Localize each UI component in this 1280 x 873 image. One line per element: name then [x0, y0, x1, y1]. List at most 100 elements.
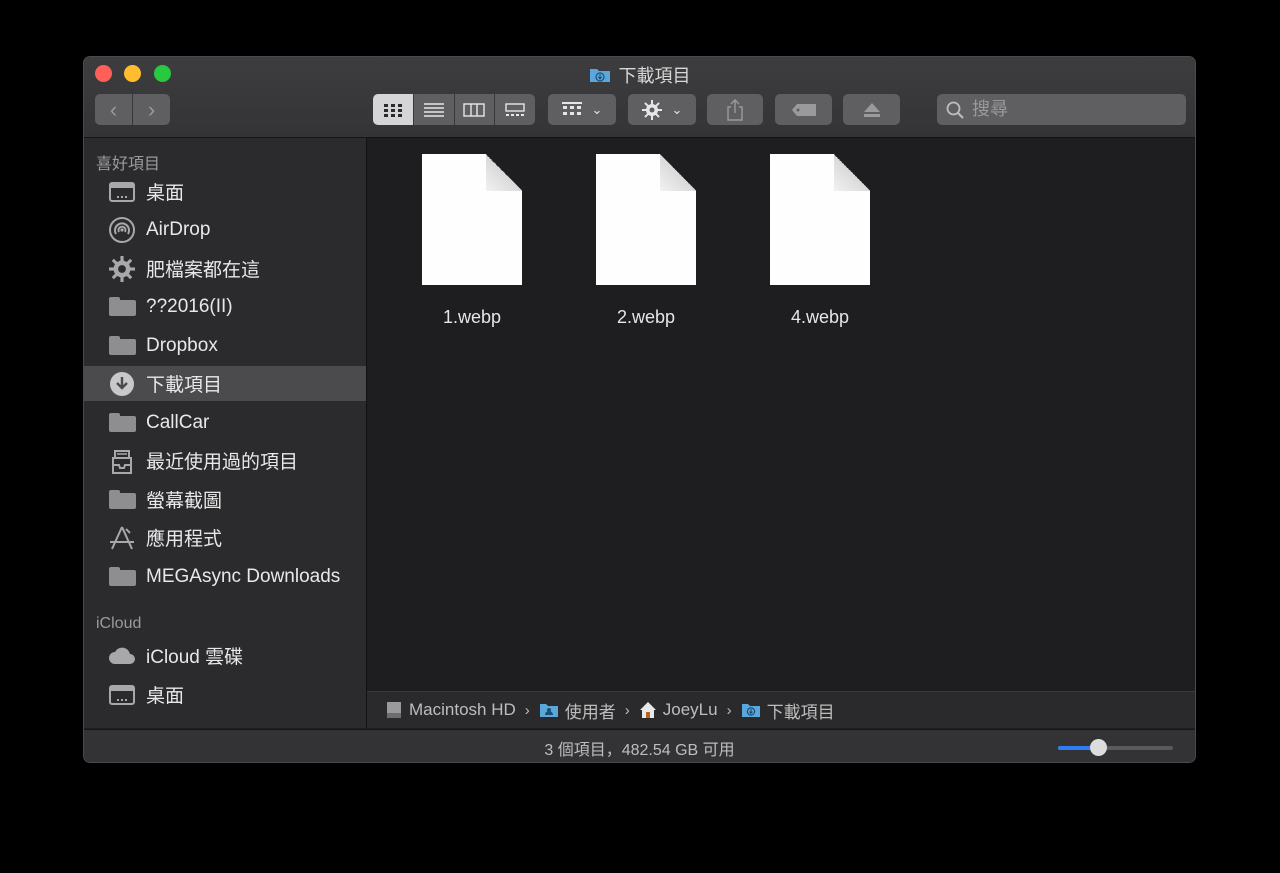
gallery-icon	[505, 102, 525, 116]
path-label: 使用者	[564, 702, 616, 722]
sidebar-item-label: 應用程式	[146, 529, 223, 550]
sidebar-item-label: MEGAsync Downloads	[146, 565, 341, 587]
sidebar-item-megasync[interactable]: MEGAsync Downloads	[84, 559, 366, 594]
list-icon	[423, 102, 444, 117]
forward-button[interactable]: ›	[133, 94, 170, 125]
sidebar-item-dropbox[interactable]: Dropbox	[84, 328, 366, 363]
sidebar-item-recents[interactable]: 最近使用過的項目	[84, 443, 366, 478]
path-bar: Macintosh HD › 使用者 › JoeyLu › 下載項目	[367, 691, 1195, 728]
back-button[interactable]: ‹	[95, 94, 132, 125]
status-text: 3 個項目，482.54 GB 可用	[544, 741, 735, 759]
file-name: 2.webp	[616, 307, 676, 327]
toolbar: 下載項目 ‹ › ⌄ ⌄	[84, 57, 1195, 138]
search-input[interactable]	[970, 98, 1174, 121]
users-folder-icon	[539, 704, 558, 717]
document-icon	[770, 154, 870, 285]
sidebar-item-callcar[interactable]: CallCar	[84, 405, 366, 440]
hard-drive-icon	[387, 702, 401, 718]
sidebar: 喜好項目 桌面 AirDrop 肥檔案都在這 ??2016(II) Dropbo…	[84, 138, 367, 728]
group-button[interactable]: ⌄	[548, 94, 616, 125]
sidebar-item-label: 螢幕截圖	[146, 491, 223, 512]
path-label: JoeyLu	[662, 700, 718, 719]
chevron-left-icon: ‹	[109, 96, 118, 122]
chevron-down-icon: ⌄	[591, 101, 603, 117]
file-area: 1.webp 2.webp 4.webp	[367, 138, 1195, 691]
home-icon	[639, 702, 656, 718]
nav-buttons: ‹ ›	[95, 94, 170, 125]
document-icon	[596, 154, 696, 285]
path-item-home[interactable]: JoeyLu	[639, 700, 718, 720]
sidebar-item-big-files[interactable]: 肥檔案都在這	[84, 251, 366, 286]
action-button[interactable]: ⌄	[628, 94, 696, 125]
sidebar-item-icloud-desktop[interactable]: 桌面	[84, 677, 366, 712]
status-bar: 3 個項目，482.54 GB 可用	[84, 729, 1195, 762]
sidebar-item-label: CallCar	[146, 411, 210, 433]
sidebar-item-label: Dropbox	[146, 334, 218, 356]
icon-view-button[interactable]	[373, 94, 413, 125]
column-view-button[interactable]	[454, 94, 495, 125]
folder-icon	[108, 411, 136, 435]
sidebar-item-label: AirDrop	[146, 218, 211, 240]
sidebar-item-label: 最近使用過的項目	[146, 452, 299, 473]
file-item[interactable]: 4.webp	[750, 154, 890, 328]
tag-button[interactable]	[775, 94, 832, 125]
view-mode-buttons	[373, 94, 535, 125]
sidebar-item-label: 桌面	[146, 686, 185, 707]
file-item[interactable]: 2.webp	[576, 154, 716, 328]
group-grid-icon	[561, 101, 582, 115]
chevron-right-icon: ›	[624, 701, 630, 719]
file-name: 1.webp	[442, 307, 502, 327]
sidebar-item-desktop[interactable]: 桌面	[84, 174, 366, 209]
search-icon	[946, 101, 964, 119]
folder-icon	[108, 565, 136, 589]
sidebar-item-label: iCloud 雲碟	[146, 647, 244, 668]
chevron-down-icon: ⌄	[671, 101, 683, 117]
icloud-header: iCloud	[96, 615, 142, 632]
downloads-folder-icon	[741, 704, 760, 717]
recents-icon	[108, 449, 136, 474]
cloud-icon	[108, 644, 136, 668]
sidebar-item-label: 桌面	[146, 183, 185, 204]
download-icon	[108, 371, 136, 396]
icon-size-slider[interactable]	[1058, 739, 1173, 756]
gear-icon	[108, 255, 136, 282]
sidebar-item-label: 肥檔案都在這	[146, 260, 261, 281]
applications-icon	[108, 526, 136, 550]
path-label: Macintosh HD	[409, 700, 516, 719]
file-item[interactable]: 1.webp	[402, 154, 542, 328]
finder-window: 下載項目 ‹ › ⌄ ⌄ 搜尋 喜好項目 桌面 AirDrop 肥檔案都在這 ?…	[83, 56, 1196, 763]
desktop-icon	[108, 683, 136, 707]
share-button[interactable]	[707, 94, 763, 125]
downloads-folder-icon	[589, 69, 610, 82]
path-item-downloads[interactable]: 下載項目	[741, 698, 835, 723]
airdrop-icon	[108, 216, 136, 243]
slider-knob[interactable]	[1090, 739, 1108, 756]
document-icon	[422, 154, 522, 285]
sidebar-item-applications[interactable]: 應用程式	[84, 520, 366, 555]
path-label: 下載項目	[766, 702, 835, 722]
gallery-view-button[interactable]	[495, 94, 535, 125]
sidebar-item-downloads[interactable]: 下載項目	[84, 366, 366, 401]
path-item-macintosh-hd[interactable]: Macintosh HD	[385, 700, 516, 720]
gear-icon	[641, 99, 662, 120]
desktop-icon	[108, 180, 136, 204]
sidebar-item-icloud-drive[interactable]: iCloud 雲碟	[84, 638, 366, 673]
search-field[interactable]	[937, 94, 1186, 125]
path-item-users[interactable]: 使用者	[539, 698, 616, 723]
list-view-button[interactable]	[413, 94, 454, 125]
eject-button[interactable]	[843, 94, 900, 125]
chevron-right-icon: ›	[524, 701, 530, 719]
file-name: 4.webp	[790, 307, 850, 327]
icon-grid-icon	[383, 103, 402, 117]
columns-icon	[463, 102, 486, 117]
sidebar-item-label: ??2016(II)	[146, 295, 233, 317]
sidebar-item-airdrop[interactable]: AirDrop	[84, 212, 366, 247]
folder-icon	[108, 295, 136, 319]
share-icon	[727, 98, 743, 121]
window-title: 下載項目	[84, 62, 1195, 88]
chevron-right-icon: ›	[726, 701, 732, 719]
tag-icon	[791, 103, 816, 116]
sidebar-item-screenshots[interactable]: 螢幕截圖	[84, 482, 366, 517]
folder-icon	[108, 334, 136, 358]
sidebar-item-2016[interactable]: ??2016(II)	[84, 289, 366, 324]
